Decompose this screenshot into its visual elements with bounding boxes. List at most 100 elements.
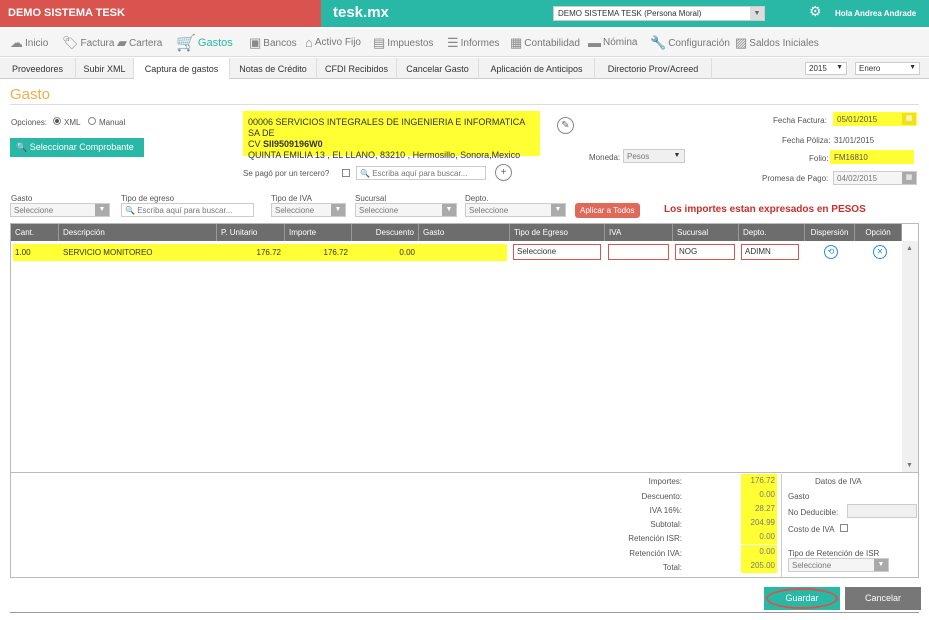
manual-radio-label: Manual [99,118,126,127]
nav-nomina[interactable]: ▬ Nómina [588,35,637,50]
tipo-retencion-value: Seleccione [792,561,832,570]
nav-inicio[interactable]: ☁ Inicio [10,35,48,51]
col-sucursal[interactable]: Sucursal [673,224,739,241]
apply-all-button[interactable]: Aplicar a Todos [575,203,640,218]
nav-configuracion[interactable]: 🔧 Configuración [650,35,730,51]
chevron-down-icon: ▼ [750,7,764,20]
nav-label: Nómina [603,37,638,48]
tab-cfdi-recibidos[interactable]: CFDI Recibidos [317,58,397,79]
delete-row-icon[interactable]: ✕ [873,245,887,259]
iva-panel-title: Datos de IVA [815,477,862,486]
col-gasto[interactable]: Gasto [419,224,510,241]
nav-factura[interactable]: 🏷 Factura [62,35,114,51]
tab-subir-xml[interactable]: Subir XML [76,58,134,79]
col-cant[interactable]: Cant. [11,224,59,241]
sucursal-filter-select[interactable]: Seleccione ▼ [355,203,457,217]
calendar-icon[interactable]: ▦ [902,113,916,125]
nav-gastos[interactable]: 🛒 Gastos [176,33,233,53]
year-select[interactable]: 2015 ▼ [805,62,847,75]
col-descripcion[interactable]: Descripción [59,224,217,241]
col-depto[interactable]: Depto. [739,224,805,241]
xml-radio[interactable] [53,117,61,125]
col-tipo-egreso[interactable]: Tipo de Egreso [510,224,605,241]
report-icon: ☰ [447,35,459,50]
tab-proveedores[interactable]: Proveedores [0,58,76,79]
nav-label: Inicio [25,37,49,49]
cell-descripcion: SERVICIO MONITOREO [59,244,217,261]
house-icon: ⌂ [305,35,313,50]
scroll-down-icon[interactable]: ▼ [906,462,913,469]
fecha-factura-input[interactable]: 05/01/2015 ▦ [833,112,917,126]
promesa-pago-label: Promesa de Pago: [762,174,829,183]
no-deducible-input[interactable] [847,504,917,518]
user-greeting[interactable]: Hola Andrea Andrade [835,9,916,18]
calendar-icon[interactable]: ▦ [902,172,916,184]
supplier-name-suffix: CV [248,139,261,149]
depto-filter-select[interactable]: Seleccione ▼ [465,203,566,217]
scroll-up-icon[interactable]: ▲ [906,245,913,252]
tab-cancelar-gasto[interactable]: Cancelar Gasto [397,58,479,79]
chevron-down-icon: ▼ [551,204,565,216]
dispersion-icon[interactable]: ⟲ [824,245,838,259]
add-icon[interactable]: + [495,164,512,181]
gasto-filter-select[interactable]: Seleccione ▼ [10,203,110,217]
tipo-egreso-filter-input[interactable]: 🔍 Escriba aquí para buscar... [121,203,254,217]
edit-pencil-icon[interactable]: ✎ [557,117,574,134]
nav-activo-fijo[interactable]: ⌂ Activo Fijo [305,35,361,50]
nav-impuestos[interactable]: ▤ Impuestos [373,35,433,51]
col-p-unitario[interactable]: P. Unitario [217,224,285,241]
select-voucher-button[interactable]: 🔍 Seleccionar Comprobante [10,138,144,157]
cell-gasto[interactable] [419,244,507,261]
site-brand[interactable]: tesk.mx [333,4,389,21]
cell-depto-input[interactable]: ADIMN [741,244,799,260]
tipo-retencion-select[interactable]: Seleccione ▼ [788,558,889,572]
cell-importe: 176.72 [285,244,352,261]
col-opcion[interactable]: Opción [855,224,902,241]
tab-captura-gastos[interactable]: Captura de gastos [134,58,230,79]
nav-informes[interactable]: ☰ Informes [447,35,500,51]
total-value: 176.72 [741,474,777,488]
col-importe[interactable]: Importe [285,224,352,241]
tab-directorio[interactable]: Directorio Prov/Acreed [595,58,712,79]
cell-iva-input[interactable] [608,244,669,260]
search-icon: 🔍 [125,206,135,215]
nav-bancos[interactable]: ▣ Bancos [249,35,297,51]
nav-saldos-iniciales[interactable]: ▨ Saldos Iniciales [735,35,819,51]
table-row[interactable]: 1.00 SERVICIO MONITOREO 176.72 176.72 0.… [11,242,902,263]
third-party-checkbox[interactable] [342,169,350,177]
col-iva[interactable]: IVA [605,224,673,241]
nav-contabilidad[interactable]: ▦ Contabilidad [510,35,580,51]
gear-icon[interactable]: ⚙ [809,3,822,20]
promesa-pago-input[interactable]: 04/02/2015 ▦ [833,171,917,185]
grid-scrollbar[interactable]: ▲ ▼ [902,241,918,473]
supplier-rfc: SII9509196W0 [263,139,323,149]
company-select[interactable]: DEMO SISTEMA TESK (Persona Moral) ▼ [553,6,765,21]
costo-iva-checkbox[interactable] [840,524,848,532]
divider [11,472,918,473]
manual-radio[interactable] [88,117,96,125]
cell-descuento: 0.00 [352,244,419,261]
sucursal-filter-value: Seleccione [359,206,399,215]
currency-note: Los importes estan expresados en PESOS [664,204,866,215]
sub-tabs: Proveedores Subir XML Captura de gastos … [0,58,929,79]
no-deducible-label: No Deducible: [788,508,839,517]
tab-notas-credito[interactable]: Notas de Crédito [230,58,317,79]
cell-tipo-egreso-input[interactable]: Seleccione [513,244,601,260]
tipo-iva-filter-select[interactable]: Seleccione ▼ [271,203,346,217]
bank-icon: ▣ [249,35,262,50]
nav-label: Factura [80,37,115,49]
folio-input[interactable]: FM16810 [830,150,914,164]
month-select[interactable]: Enero ▼ [855,62,920,75]
col-descuento[interactable]: Descuento [352,224,419,241]
nav-cartera[interactable]: ▰ Cartera [117,35,162,51]
col-dispersion[interactable]: Dispersión [805,224,855,241]
tax-icon: ▤ [373,35,386,50]
cell-p-unitario: 176.72 [217,244,285,261]
cancel-button[interactable]: Cancelar [845,587,921,610]
currency-select[interactable]: Pesos ▼ [623,149,685,163]
tab-aplicacion-anticipos[interactable]: Aplicación de Anticipos [479,58,595,79]
third-party-search-input[interactable]: 🔍 Escriba aquí para buscar... [356,166,486,180]
cell-sucursal-input[interactable]: NOG [675,244,735,260]
search-icon: 🔍 [16,142,30,152]
chevron-down-icon: ▼ [673,152,681,159]
